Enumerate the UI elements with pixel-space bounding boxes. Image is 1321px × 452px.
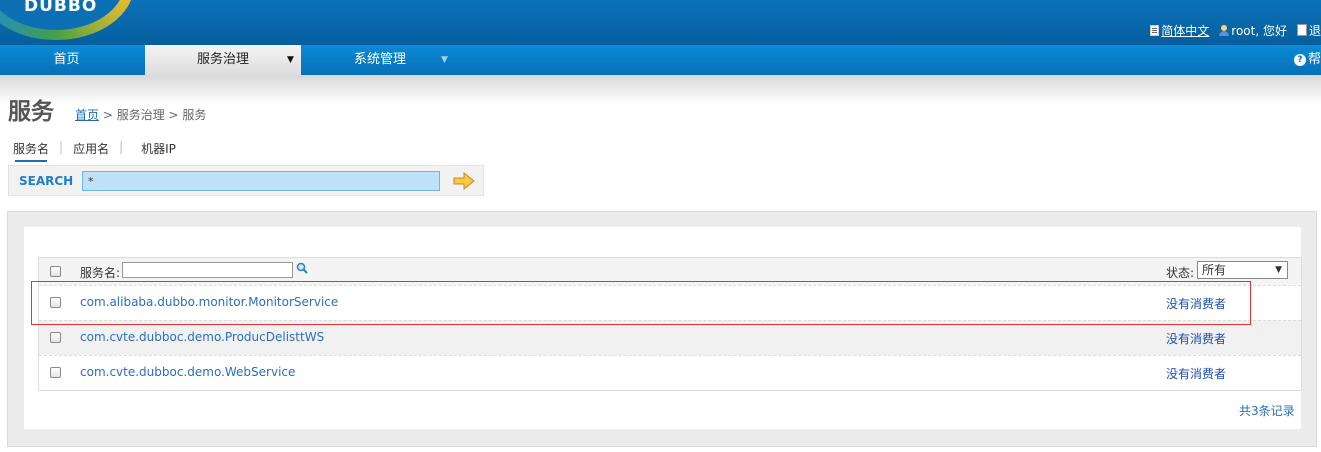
- help-link[interactable]: ? 帮: [1293, 45, 1321, 75]
- language-link[interactable]: 简体中文: [1150, 22, 1209, 39]
- table-row: com.cvte.dubboc.demo.WebService 没有消费者: [39, 355, 1301, 390]
- nav-service-governance[interactable]: 服务治理: [145, 45, 301, 75]
- search-tabs: 服务名 | 应用名 | 机器IP: [13, 140, 176, 162]
- chevron-down-icon[interactable]: ▼: [441, 45, 448, 75]
- tab-divider: |: [119, 140, 124, 154]
- state-filter-label: 状态:: [1166, 266, 1195, 280]
- help-icon: ?: [1293, 54, 1306, 66]
- breadcrumb-trail: > 服务治理 > 服务: [102, 108, 207, 122]
- service-name-filter-input[interactable]: [122, 262, 293, 278]
- magnifier-icon[interactable]: [296, 262, 308, 274]
- results-panel: 服务名: 状态: 所有 ▼ com.alibaba.dubbo.monitor.…: [7, 211, 1317, 447]
- tab-application-name[interactable]: 应用名: [73, 140, 109, 157]
- status-link[interactable]: 没有消费者: [1166, 330, 1226, 347]
- status-link[interactable]: 没有消费者: [1166, 365, 1226, 382]
- record-count: 共3条记录: [1239, 404, 1295, 418]
- service-name-filter-label: 服务名:: [80, 266, 121, 280]
- breadcrumb: 首页 > 服务治理 > 服务: [75, 106, 206, 123]
- tab-divider: |: [59, 140, 64, 154]
- table-row: com.cvte.dubboc.demo.ProducDelisttWS 没有消…: [39, 320, 1301, 355]
- user-label: root, 您好: [1231, 23, 1287, 38]
- chevron-down-icon: ▼: [1275, 265, 1282, 275]
- logout-label: 退: [1308, 23, 1321, 38]
- breadcrumb-home-link[interactable]: 首页: [75, 108, 99, 122]
- state-filter-value: 所有: [1202, 263, 1227, 277]
- tab-machine-ip[interactable]: 机器IP: [141, 140, 176, 157]
- user-info: root, 您好: [1219, 22, 1287, 39]
- logout-icon: [1296, 24, 1307, 36]
- results-card: 服务名: 状态: 所有 ▼ com.alibaba.dubbo.monitor.…: [24, 227, 1302, 429]
- header: DUBBO 简体中文 root, 您好 退: [0, 0, 1321, 45]
- chevron-down-icon[interactable]: ▼: [287, 45, 294, 75]
- service-link[interactable]: com.cvte.dubboc.demo.ProducDelisttWS: [80, 330, 324, 344]
- main-nav: 首页 服务治理 ▼ 系统管理 ▼ ? 帮: [0, 45, 1321, 75]
- document-icon: [1150, 24, 1160, 36]
- nav-home[interactable]: 首页: [0, 45, 133, 75]
- search-input[interactable]: [82, 171, 440, 191]
- tab-service-name[interactable]: 服务名: [13, 140, 49, 162]
- page-title: 服务: [8, 99, 54, 125]
- language-label: 简体中文: [1161, 23, 1210, 38]
- search-bar: SEARCH: [8, 165, 484, 196]
- row-checkbox[interactable]: [50, 367, 61, 378]
- service-link[interactable]: com.cvte.dubboc.demo.WebService: [80, 365, 295, 379]
- search-label: SEARCH: [19, 174, 74, 188]
- highlight-box: [31, 281, 1251, 325]
- select-all-checkbox[interactable]: [50, 266, 61, 277]
- arrow-right-icon[interactable]: [453, 172, 475, 190]
- top-links: 简体中文 root, 您好 退: [1140, 22, 1321, 38]
- nav-system-management[interactable]: 系统管理: [301, 45, 459, 75]
- logout-link[interactable]: 退: [1296, 22, 1321, 39]
- nav-service-governance-label: 服务治理: [196, 52, 249, 67]
- user-icon: [1219, 24, 1230, 36]
- state-filter-select[interactable]: 所有 ▼: [1197, 261, 1288, 279]
- logo-text: DUBBO: [24, 0, 98, 16]
- row-checkbox[interactable]: [50, 332, 61, 343]
- content-band: [0, 75, 1321, 105]
- help-label: 帮: [1307, 52, 1321, 67]
